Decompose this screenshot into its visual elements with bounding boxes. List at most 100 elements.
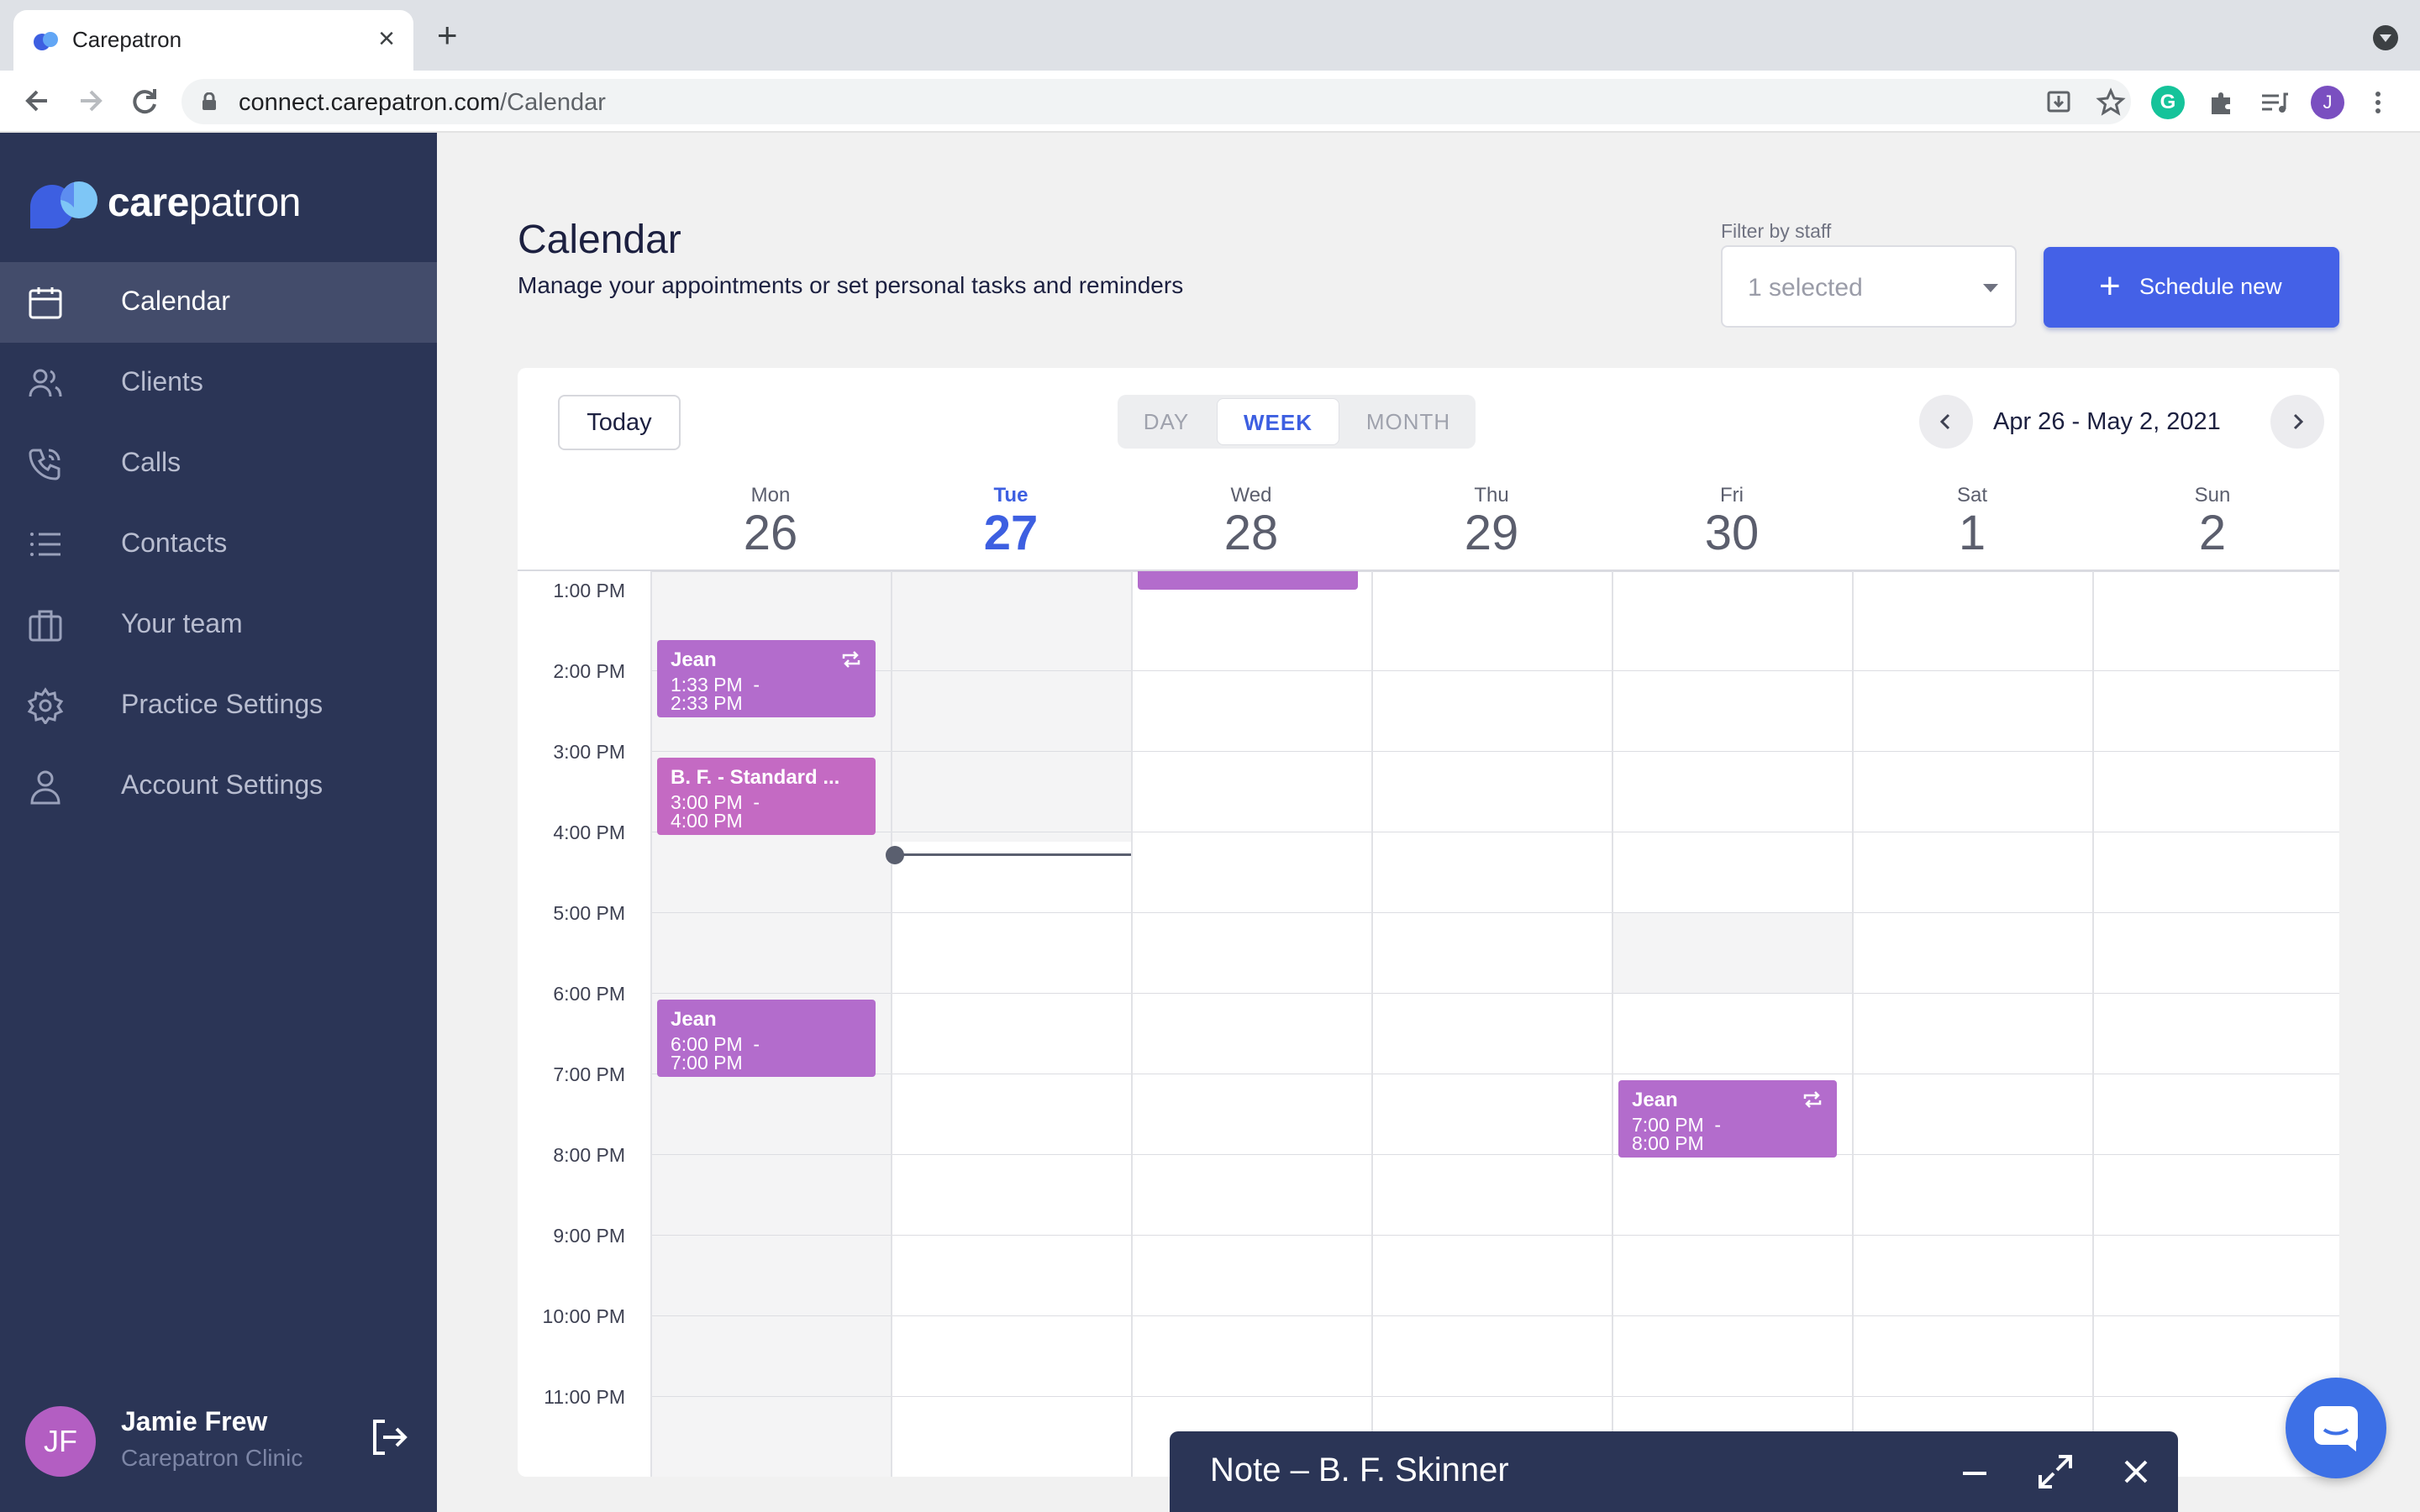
- day-header-fri[interactable]: Fri 30: [1612, 475, 1852, 573]
- page-subtitle: Manage your appointments or set personal…: [518, 272, 1183, 299]
- sidebar-item-label: Practice Settings: [121, 689, 323, 720]
- current-time-dot: [886, 846, 904, 864]
- day-name: Thu: [1371, 484, 1612, 507]
- day-number: 28: [1131, 507, 1371, 559]
- lock-icon: [202, 92, 217, 111]
- dropdown-caret-icon: [1983, 284, 1998, 292]
- plus-icon: +: [2099, 265, 2121, 307]
- url-text: connect.carepatron.com/Calendar: [239, 89, 606, 117]
- day-header-sun[interactable]: Sun 2: [2092, 475, 2333, 573]
- browser-tab[interactable]: Carepatron ×: [13, 10, 413, 71]
- staff-filter-value: 1 selected: [1748, 274, 1863, 302]
- media-queue-icon[interactable]: [2257, 86, 2291, 119]
- install-app-icon[interactable]: [2044, 87, 2074, 118]
- event-title: Jean: [1632, 1089, 1823, 1112]
- event-card[interactable]: Jean 6:00 PM -7:00 PM: [657, 1000, 876, 1077]
- person-icon: [27, 768, 64, 805]
- today-button[interactable]: Today: [558, 395, 681, 450]
- selected-slot-shade: [1613, 912, 1852, 993]
- note-panel[interactable]: Note – B. F. Skinner: [1170, 1431, 2178, 1512]
- schedule-new-button[interactable]: + Schedule new: [2044, 247, 2339, 328]
- repeat-icon: [1802, 1089, 1823, 1110]
- profile-avatar[interactable]: J: [2311, 86, 2344, 119]
- avatar[interactable]: JF: [25, 1406, 96, 1477]
- grammarly-icon[interactable]: G: [2151, 86, 2185, 119]
- time-label: 10:00 PM: [518, 1305, 625, 1328]
- logo-text: carepatron: [108, 180, 301, 226]
- time-label: 9:00 PM: [518, 1225, 625, 1247]
- bookmark-star-icon[interactable]: [2096, 87, 2126, 118]
- hour-line: [650, 571, 2339, 572]
- week-grid[interactable]: 1:00 PM 2:00 PM 3:00 PM 4:00 PM 5:00 PM …: [518, 571, 2339, 1477]
- sidebar-item-your-team[interactable]: Your team: [0, 585, 437, 665]
- close-icon[interactable]: [2116, 1452, 2156, 1492]
- day-name: Mon: [650, 484, 891, 507]
- new-tab-icon[interactable]: +: [437, 18, 458, 52]
- sidebar-item-practice-settings[interactable]: Practice Settings: [0, 665, 437, 746]
- event-title: B. F. - Standard ...: [671, 766, 862, 790]
- event-time: 3:00 PM -4:00 PM: [671, 793, 862, 830]
- address-bar[interactable]: connect.carepatron.com/Calendar: [182, 79, 2131, 124]
- browser-menu-icon[interactable]: [2366, 86, 2390, 119]
- day-header-thu[interactable]: Thu 29: [1371, 475, 1612, 573]
- day-number: 26: [650, 507, 891, 559]
- back-icon[interactable]: [17, 81, 57, 121]
- sidebar-item-label: Your team: [121, 608, 243, 639]
- day-header-wed[interactable]: Wed 28: [1131, 475, 1371, 573]
- event-card[interactable]: Jean 1:33 PM -2:33 PM: [657, 640, 876, 717]
- hour-line: [650, 670, 2339, 671]
- event-card[interactable]: B. F. - Standard ... 3:00 PM -4:00 PM: [657, 758, 876, 835]
- event-card-partial[interactable]: [1138, 571, 1358, 590]
- day-column-line: [2092, 571, 2094, 1477]
- chat-launcher-button[interactable]: [2286, 1378, 2386, 1478]
- day-name: Wed: [1131, 484, 1371, 507]
- minimize-icon[interactable]: [1954, 1452, 1995, 1492]
- logout-icon[interactable]: [368, 1416, 410, 1458]
- event-time: 7:00 PM -8:00 PM: [1632, 1116, 1823, 1152]
- day-name: Tue: [891, 484, 1131, 507]
- time-label: 1:00 PM: [518, 580, 625, 602]
- sidebar-item-calls[interactable]: Calls: [0, 423, 437, 504]
- day-header-tue[interactable]: Tue 27: [891, 475, 1131, 573]
- view-toggle: DAY WEEK MONTH: [1118, 395, 1476, 449]
- event-title: Jean: [671, 648, 862, 672]
- sidebar-item-calendar[interactable]: Calendar: [0, 262, 437, 343]
- next-week-button[interactable]: [2270, 395, 2324, 449]
- hour-line: [650, 1396, 2339, 1397]
- list-icon: [27, 526, 64, 563]
- hour-line: [650, 1154, 2339, 1155]
- event-card[interactable]: Jean 7:00 PM -8:00 PM: [1618, 1080, 1837, 1158]
- user-org: Carepatron Clinic: [121, 1445, 302, 1472]
- sidebar-item-clients[interactable]: Clients: [0, 343, 437, 423]
- expand-icon[interactable]: [2035, 1452, 2075, 1492]
- chevron-left-icon: [1936, 412, 1956, 432]
- day-header-sat[interactable]: Sat 1: [1852, 475, 2092, 573]
- view-week-button[interactable]: WEEK: [1217, 398, 1339, 445]
- sidebar-item-contacts[interactable]: Contacts: [0, 504, 437, 585]
- day-column-line: [1612, 571, 1613, 1477]
- gear-icon: [27, 687, 64, 724]
- tab-close-icon[interactable]: ×: [378, 22, 395, 55]
- view-month-button[interactable]: MONTH: [1343, 395, 1474, 449]
- view-day-button[interactable]: DAY: [1118, 395, 1215, 449]
- hour-line: [650, 751, 2339, 752]
- filter-label: Filter by staff: [1721, 220, 1831, 243]
- forward-icon[interactable]: [71, 81, 111, 121]
- day-name: Fri: [1612, 484, 1852, 507]
- time-label: 7:00 PM: [518, 1063, 625, 1086]
- previous-week-button[interactable]: [1919, 395, 1973, 449]
- tab-search-icon[interactable]: [2373, 25, 2398, 50]
- time-label: 8:00 PM: [518, 1144, 625, 1167]
- browser-tab-bar: Carepatron × +: [0, 0, 2420, 71]
- staff-filter-select[interactable]: 1 selected: [1721, 245, 2017, 328]
- extensions-puzzle-icon[interactable]: [2205, 86, 2238, 119]
- carepatron-logo-icon: [27, 178, 104, 230]
- day-column-line: [891, 571, 892, 1477]
- past-time-shade: [892, 571, 1131, 842]
- reload-icon[interactable]: [124, 81, 165, 121]
- day-header-mon[interactable]: Mon 26: [650, 475, 891, 573]
- calendar-card: Today DAY WEEK MONTH Apr 26 - May 2, 202…: [518, 368, 2339, 1477]
- sidebar-item-label: Calendar: [121, 286, 230, 317]
- sidebar-item-account-settings[interactable]: Account Settings: [0, 746, 437, 827]
- repeat-icon: [840, 648, 862, 670]
